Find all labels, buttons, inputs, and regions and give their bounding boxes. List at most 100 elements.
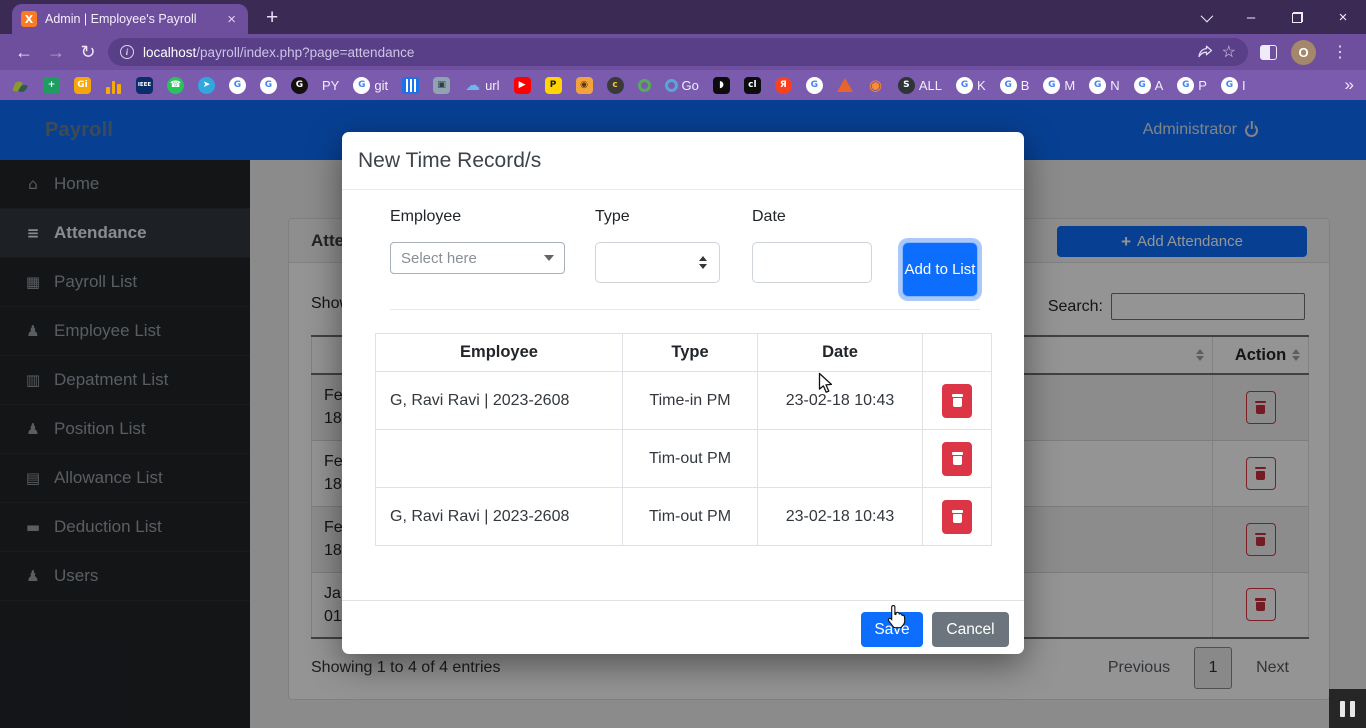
- bookmark-star-icon[interactable]: ☆: [1222, 42, 1236, 62]
- minimize-button[interactable]: –: [1228, 0, 1274, 34]
- matlab-icon: [837, 78, 853, 92]
- recorder-pause-indicator[interactable]: [1329, 689, 1366, 728]
- google-i-bookmark-label: I: [1242, 78, 1246, 93]
- tab-title: Admin | Employee's Payroll: [45, 12, 216, 26]
- type-label: Type: [595, 208, 630, 226]
- leaf-icon[interactable]: [12, 77, 29, 94]
- barcode-icon[interactable]: [402, 77, 419, 94]
- time-record-row: G, Ravi Ravi | 2023-2608Time-in PM23-02-…: [376, 372, 992, 430]
- analytics-icon[interactable]: [105, 77, 122, 94]
- time-records-table: Employee Type Date G, Ravi Ravi | 2023-2…: [375, 333, 992, 546]
- cart-icon[interactable]: c: [607, 77, 624, 94]
- cloud-url-bookmark[interactable]: ☁url: [464, 77, 499, 94]
- save-button[interactable]: Save: [861, 612, 923, 647]
- share-icon[interactable]: [1197, 45, 1213, 60]
- github-icon: G: [291, 77, 308, 94]
- employee-label: Employee: [390, 208, 461, 226]
- close-button[interactable]: ×: [1320, 0, 1366, 34]
- trash-icon: [952, 510, 963, 523]
- google-p-bookmark-label: P: [1198, 78, 1207, 93]
- google-b-bookmark[interactable]: GB: [1000, 77, 1030, 94]
- whatsapp-icon[interactable]: ☎: [167, 77, 184, 94]
- profile-avatar[interactable]: O: [1291, 40, 1316, 65]
- cl-icon[interactable]: cl: [744, 77, 761, 94]
- trash-icon: [952, 452, 963, 465]
- gi-icon: Gi: [74, 77, 91, 94]
- type-select[interactable]: [595, 242, 720, 283]
- yandex-icon[interactable]: Я: [775, 77, 792, 94]
- tab-close-icon[interactable]: ×: [224, 11, 239, 28]
- github-icon[interactable]: G: [291, 77, 308, 94]
- google-i-bookmark[interactable]: GI: [1221, 77, 1246, 94]
- camera-icon: ◉: [576, 77, 593, 94]
- globe-all-bookmark: S: [898, 77, 915, 94]
- google-icon[interactable]: G: [260, 77, 277, 94]
- ring-icon[interactable]: [638, 79, 651, 92]
- google-k-bookmark[interactable]: GK: [956, 77, 986, 94]
- record-type: Tim-out PM: [623, 430, 758, 488]
- browser-chrome: X Admin | Employee's Payroll × + – × ← →…: [0, 0, 1366, 100]
- address-bar[interactable]: i localhost/payroll/index.php?page=atten…: [108, 38, 1248, 66]
- go-bookmark[interactable]: Go: [665, 78, 699, 93]
- date-input[interactable]: [752, 242, 872, 283]
- p-icon[interactable]: P: [545, 77, 562, 94]
- google-icon[interactable]: G: [806, 77, 823, 94]
- record-type: Tim-out PM: [623, 488, 758, 546]
- bird-icon: ◗: [713, 77, 730, 94]
- google-m-bookmark: G: [1043, 77, 1060, 94]
- camera-icon[interactable]: ◉: [576, 77, 593, 94]
- google-git-bookmark: G: [353, 77, 370, 94]
- ieee-icon: IEEE: [136, 77, 153, 94]
- youtube-icon[interactable]: ▶: [514, 77, 531, 94]
- google-icon: G: [229, 77, 246, 94]
- ieee-icon[interactable]: IEEE: [136, 77, 153, 94]
- matlab-icon[interactable]: [837, 78, 853, 92]
- delete-record-button[interactable]: [942, 384, 972, 418]
- telegram-icon[interactable]: ➤: [198, 77, 215, 94]
- add-to-list-button[interactable]: Add to List: [902, 242, 978, 297]
- date-label: Date: [752, 208, 786, 226]
- py-bookmark[interactable]: PY: [322, 78, 339, 93]
- google-m-bookmark[interactable]: GM: [1043, 77, 1075, 94]
- google-a-bookmark[interactable]: GA: [1134, 77, 1164, 94]
- time-records-body: G, Ravi Ravi | 2023-2608Time-in PM23-02-…: [376, 372, 992, 546]
- sheets-icon[interactable]: +: [43, 77, 60, 94]
- record-date: [758, 430, 923, 488]
- yandex-icon: Я: [775, 77, 792, 94]
- bird-icon[interactable]: ◗: [713, 77, 730, 94]
- side-panel-icon[interactable]: [1260, 45, 1277, 60]
- browser-tab[interactable]: X Admin | Employee's Payroll ×: [12, 4, 248, 34]
- google-git-bookmark[interactable]: Ggit: [353, 77, 388, 94]
- google-p-bookmark[interactable]: GP: [1177, 77, 1207, 94]
- google-n-bookmark[interactable]: GN: [1089, 77, 1119, 94]
- google-a-bookmark-label: A: [1155, 78, 1164, 93]
- record-column-action: [923, 334, 992, 372]
- modal-footer: Save Cancel: [342, 600, 1024, 654]
- browser-menu-icon[interactable]: ⋮: [1322, 42, 1358, 62]
- delete-record-button[interactable]: [942, 442, 972, 476]
- record-employee: [376, 430, 623, 488]
- globe-all-bookmark[interactable]: SALL: [898, 77, 942, 94]
- gi-icon[interactable]: Gi: [74, 77, 91, 94]
- forward-button[interactable]: →: [40, 37, 72, 67]
- google-a-bookmark: G: [1134, 77, 1151, 94]
- tab-search-icon[interactable]: [1182, 0, 1228, 34]
- bookmarks-overflow-icon[interactable]: »: [1345, 75, 1354, 95]
- reload-button[interactable]: ↻: [72, 37, 104, 67]
- site-info-icon[interactable]: i: [120, 45, 134, 59]
- restore-button[interactable]: [1274, 0, 1320, 34]
- cancel-button[interactable]: Cancel: [932, 612, 1009, 647]
- record-type: Time-in PM: [623, 372, 758, 430]
- back-button[interactable]: ←: [8, 37, 40, 67]
- tv-icon: ▣: [433, 77, 450, 94]
- new-tab-button[interactable]: +: [266, 6, 278, 30]
- record-action: [923, 372, 992, 430]
- tv-icon[interactable]: ▣: [433, 77, 450, 94]
- google-icon[interactable]: G: [229, 77, 246, 94]
- employee-select[interactable]: Select here: [390, 242, 565, 274]
- url-path: /payroll/index.php?page=attendance: [196, 45, 414, 60]
- eye-icon[interactable]: ◉: [867, 77, 884, 94]
- delete-record-button[interactable]: [942, 500, 972, 534]
- trash-icon: [952, 394, 963, 407]
- google-icon: G: [260, 77, 277, 94]
